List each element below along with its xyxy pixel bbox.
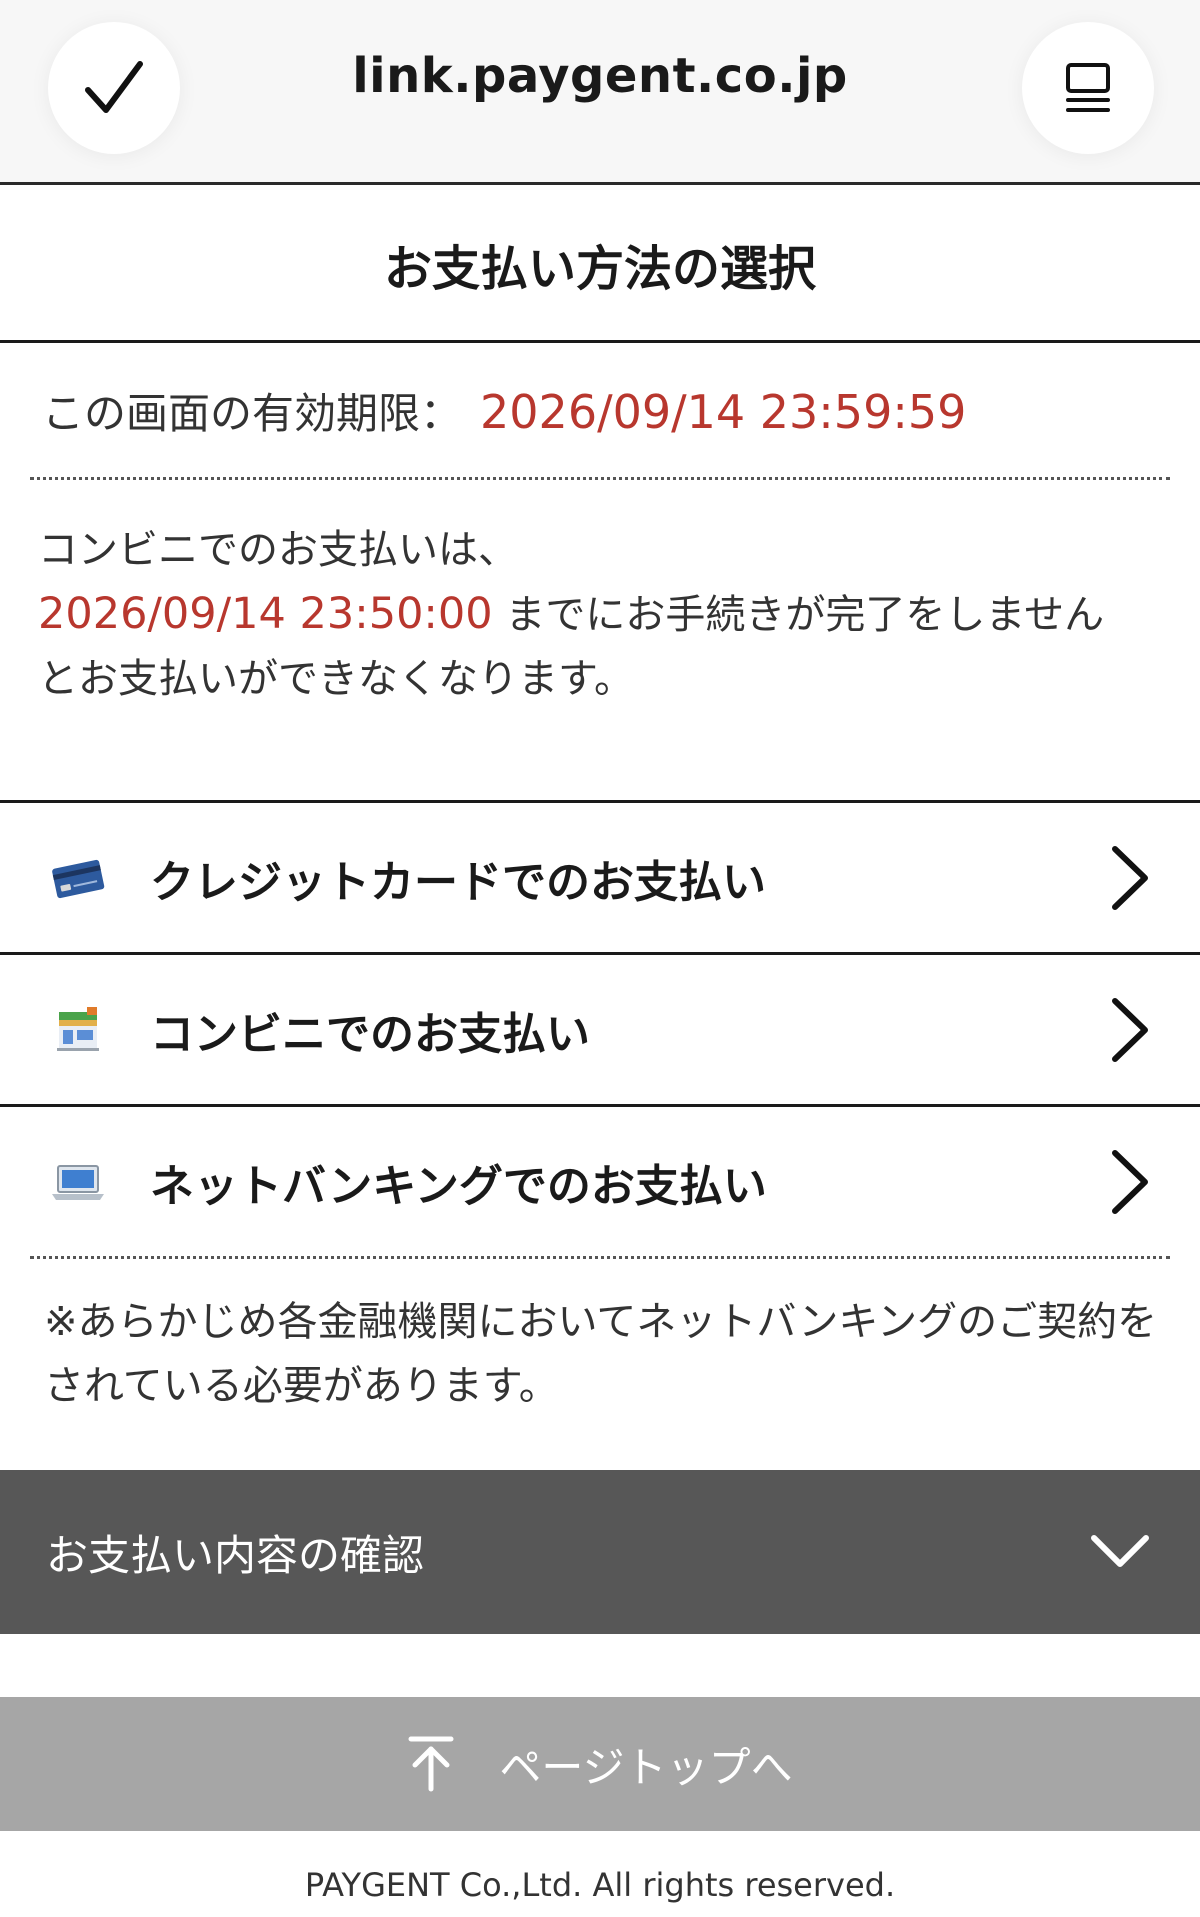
laptop-icon — [52, 1164, 104, 1200]
copyright: PAYGENT Co.,Ltd. All rights reserved. — [304, 1866, 896, 1904]
deadline-notice: コンビニでのお支払いは、 2026/09/14 23:50:00 までにお手続き… — [38, 518, 1168, 711]
arrow-up-icon — [408, 1736, 454, 1792]
method-convenience-store[interactable]: コンビニでのお支払い — [0, 952, 1200, 1104]
page-top-button[interactable]: ページトップへ — [0, 1697, 1200, 1831]
convenience-store-icon — [57, 1006, 99, 1051]
expiry-row: この画面の有効期限： 2026/09/14 23:59:59 — [42, 380, 966, 441]
page-top-label: ページトップへ — [499, 1742, 793, 1792]
divider — [30, 1256, 1170, 1259]
payment-details-toggle[interactable]: お支払い内容の確認 — [0, 1470, 1200, 1634]
method-label: ネットバンキングでのお支払い — [150, 1160, 767, 1212]
notice-line-2-text: までにお手続きが完了をしません — [492, 592, 1105, 638]
notice-line-3: とお支払いができなくなります。 — [38, 656, 634, 702]
notice-line-2: 2026/09/14 23:50:00 までにお手続きが完了をしません — [38, 582, 1168, 647]
chevron-right-icon — [1112, 845, 1148, 910]
payment-details-label: お支払い内容の確認 — [46, 1530, 425, 1580]
method-label: コンビニでのお支払い — [150, 1008, 590, 1060]
credit-card-icon — [52, 859, 105, 898]
tabs-icon — [1066, 63, 1110, 112]
method-credit-card[interactable]: クレジットカードでのお支払い — [0, 800, 1200, 952]
method-net-banking[interactable]: ネットバンキングでのお支払い — [0, 1104, 1200, 1256]
notice-line-1: コンビニでのお支払いは、 — [38, 527, 518, 573]
notice-deadline: 2026/09/14 23:50:00 — [38, 589, 493, 639]
browser-toolbar: link.paygent.co.jp — [0, 0, 1200, 185]
expiry-value: 2026/09/14 23:59:59 — [480, 385, 967, 439]
chevron-right-icon — [1112, 997, 1148, 1062]
divider — [30, 477, 1170, 480]
page-title: お支払い方法の選択 — [0, 188, 1200, 343]
net-banking-note: ※あらかじめ各金融機関においてネットバンキングのご契約をされている必要があります… — [44, 1299, 1158, 1409]
method-label: クレジットカードでのお支払い — [150, 856, 766, 908]
chevron-right-icon — [1112, 1149, 1148, 1214]
tabs-button[interactable] — [1022, 22, 1154, 154]
chevron-down-icon — [1091, 1535, 1149, 1567]
url-display[interactable]: link.paygent.co.jp — [0, 48, 1200, 104]
expiry-label: この画面の有効期限： — [42, 389, 463, 438]
